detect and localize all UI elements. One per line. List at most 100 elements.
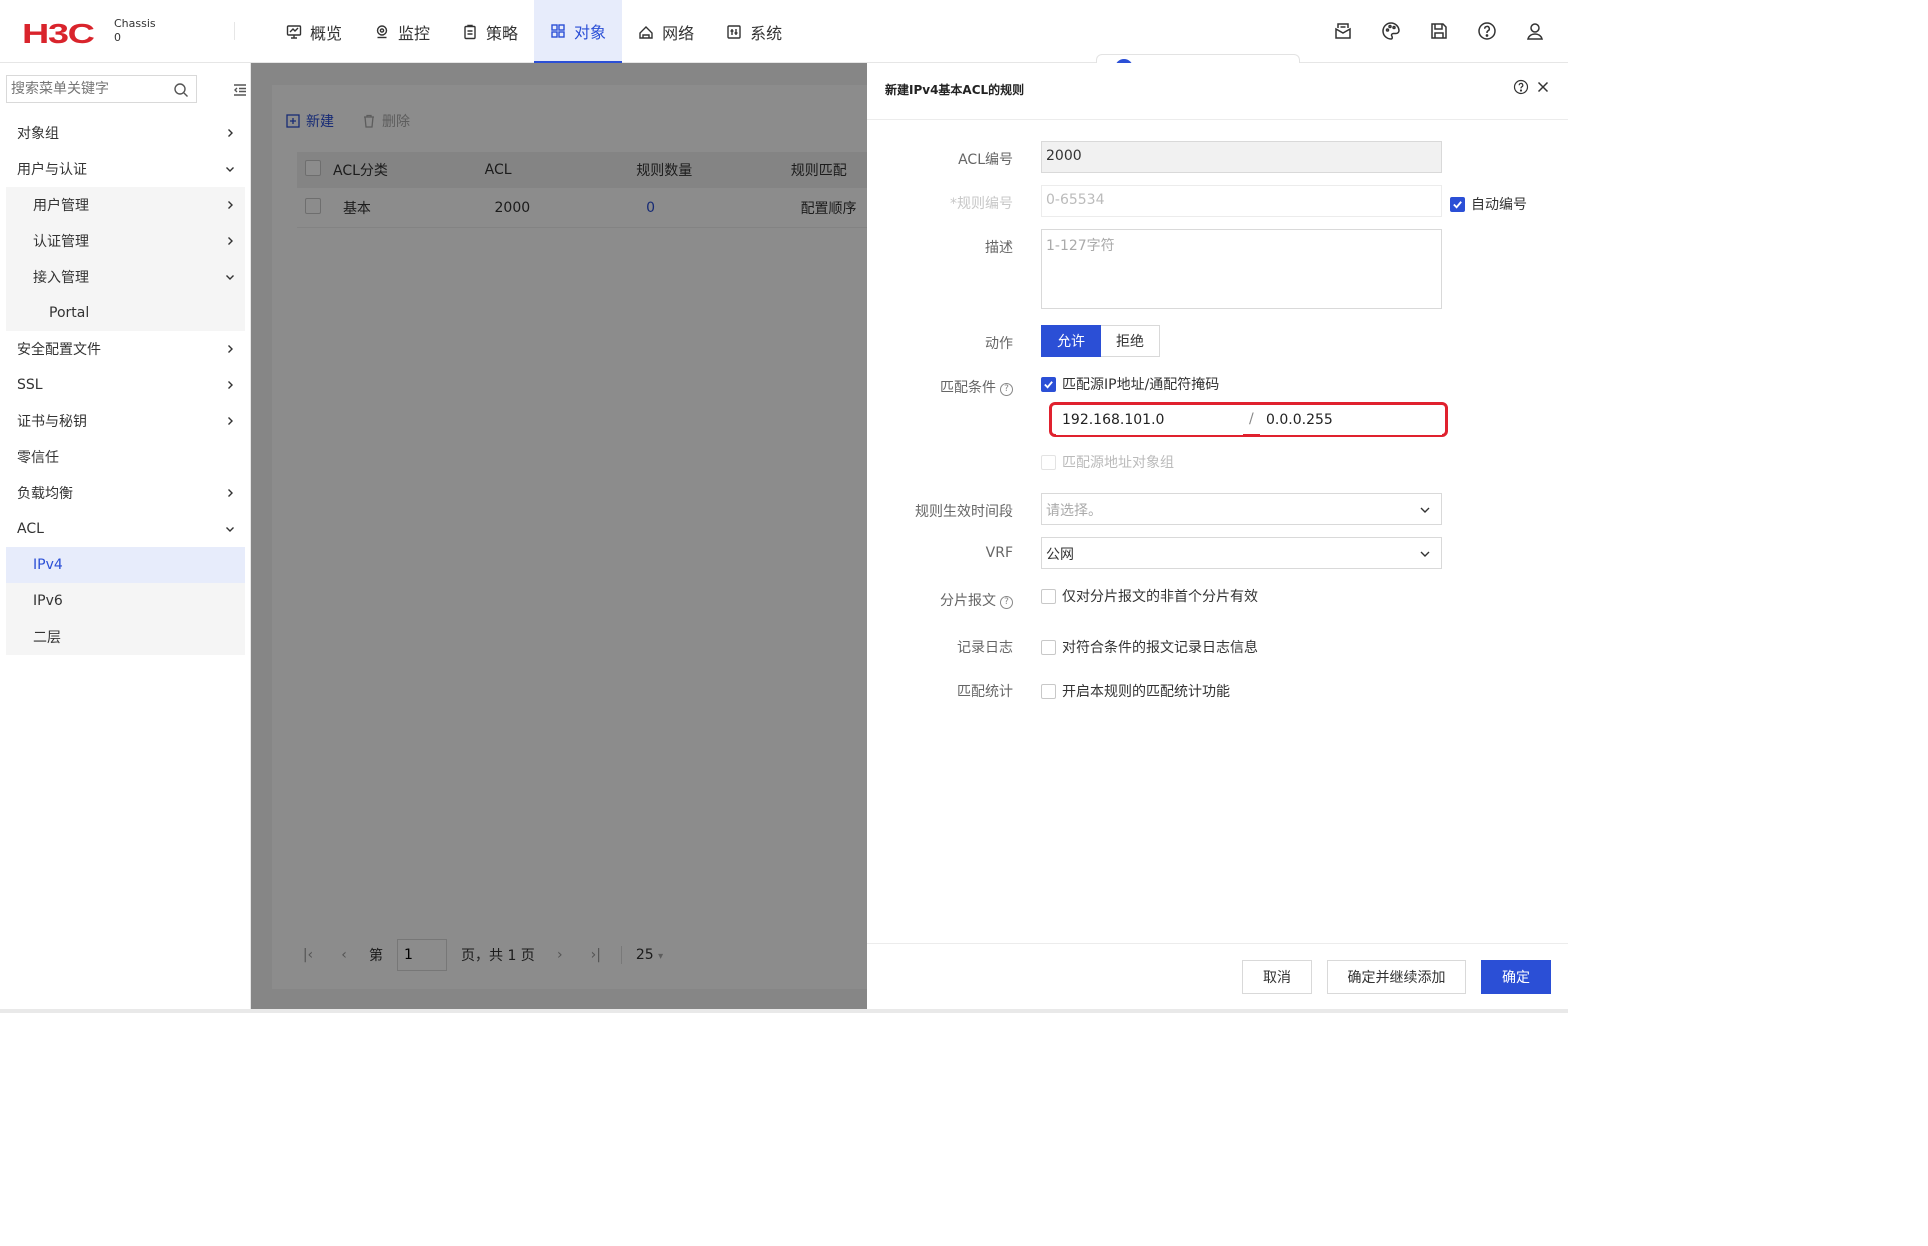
description-label: 描述	[985, 240, 1013, 256]
sidebar-item-layer2[interactable]: 二层	[6, 619, 245, 655]
question-icon[interactable]: ?	[1000, 382, 1013, 396]
checkbox-unchecked-icon	[1041, 588, 1056, 604]
footer-divider	[867, 943, 1568, 944]
top-icon-bar	[1332, 20, 1546, 42]
sidebar-item-ipv6[interactable]: IPv6	[6, 583, 245, 619]
confirm-button[interactable]: 确定	[1481, 960, 1551, 994]
help-icon[interactable]	[1476, 20, 1498, 42]
time-range-select[interactable]: 请选择。	[1041, 493, 1442, 525]
menu-search-input[interactable]	[6, 75, 197, 103]
search-icon[interactable]	[173, 82, 189, 98]
wildcard-mask-input[interactable]: 0.0.0.255	[1260, 409, 1442, 435]
time-range-label: 规则生效时间段	[915, 504, 1013, 520]
sidebar-item-load-balance[interactable]: 负载均衡	[6, 475, 245, 511]
source-ip-input[interactable]: 192.168.101.0	[1056, 409, 1243, 435]
modal-overlay[interactable]	[251, 63, 868, 1009]
action-segmented: 允许 拒绝	[1041, 325, 1160, 357]
sidebar-item-label: 零信任	[17, 450, 59, 466]
drawer-title: 新建IPv4基本ACL的规则	[885, 83, 1025, 97]
confirm-continue-button[interactable]: 确定并继续添加	[1327, 960, 1466, 994]
match-src-ip-checkbox[interactable]: 匹配源IP地址/通配符掩码	[1041, 374, 1219, 394]
stats-label: 匹配统计	[957, 684, 1013, 700]
chevron-down-icon	[226, 167, 234, 172]
sidebar-item-ipv4[interactable]: IPv4	[6, 547, 245, 583]
nav-object[interactable]: 对象	[534, 0, 623, 63]
acl-number-field: 2000	[1041, 141, 1442, 173]
user-auth-submenu: 用户管理 认证管理 接入管理 Portal	[6, 187, 245, 331]
time-range-placeholder: 请选择。	[1046, 503, 1102, 519]
chevron-right-icon	[228, 129, 233, 137]
nav-overview-label: 概览	[310, 23, 343, 43]
sidebar-item-label: ACL	[17, 521, 44, 537]
sidebar-item-object-group[interactable]: 对象组	[6, 115, 245, 151]
match-condition-label: 匹配条件?	[873, 377, 1013, 397]
checkbox-unchecked-icon	[1041, 639, 1056, 655]
sidebar-item-user-auth[interactable]: 用户与认证	[6, 151, 245, 187]
auto-number-checkbox[interactable]: 自动编号	[1450, 194, 1527, 214]
h3c-logo: H3C	[22, 18, 95, 49]
sidebar-item-acl[interactable]: ACL	[6, 511, 245, 547]
sidebar: 对象组 用户与认证 用户管理 认证管理 接入管理 Portal 安全配置文件 S…	[0, 63, 251, 1013]
action-permit-button[interactable]: 允许	[1041, 325, 1101, 357]
vrf-label: VRF	[985, 545, 1013, 561]
ip-highlight-box: 192.168.101.0 / 0.0.0.255	[1049, 402, 1448, 437]
mail-icon[interactable]	[1332, 20, 1354, 42]
nav-system[interactable]: 系统	[710, 0, 798, 63]
acl-number-label: ACL编号	[958, 152, 1013, 168]
sidebar-item-security-profile[interactable]: 安全配置文件	[6, 331, 245, 367]
rule-number-field[interactable]: 0-65534	[1041, 185, 1442, 217]
chevron-down-icon	[226, 527, 234, 532]
question-icon[interactable]: ?	[1000, 595, 1013, 609]
vrf-select[interactable]: 公网	[1041, 537, 1442, 569]
top-bar: H3C Chassis 0 概览 监控 策略 对象 网络 系统	[0, 0, 1568, 63]
nav-monitor[interactable]: 监控	[358, 0, 446, 63]
nav-monitor-label: 监控	[398, 23, 431, 43]
sidebar-item-ssl[interactable]: SSL	[6, 367, 245, 403]
chevron-right-icon	[228, 381, 233, 389]
sidebar-item-auth-mgmt[interactable]: 认证管理	[6, 223, 245, 259]
nav-policy[interactable]: 策略	[446, 0, 534, 63]
vrf-value: 公网	[1046, 547, 1074, 563]
match-src-object-checkbox[interactable]: 匹配源地址对象组	[1041, 452, 1174, 472]
fragment-option-label: 仅对分片报文的非首个分片有效	[1062, 589, 1258, 605]
save-icon[interactable]	[1428, 20, 1450, 42]
log-checkbox[interactable]: 对符合条件的报文记录日志信息	[1041, 637, 1258, 657]
monitor-icon	[286, 24, 302, 40]
checkbox-unchecked-icon	[1041, 683, 1056, 699]
help-icon[interactable]	[1513, 79, 1529, 95]
grid-icon	[550, 23, 566, 39]
match-src-ip-label: 匹配源IP地址/通配符掩码	[1062, 377, 1220, 393]
sidebar-item-label: 负载均衡	[17, 486, 73, 502]
sidebar-item-label: 认证管理	[33, 234, 89, 250]
chevron-down-icon	[1420, 551, 1430, 557]
location-pin-icon	[374, 24, 390, 40]
sidebar-item-access-mgmt[interactable]: 接入管理	[6, 259, 245, 295]
sidebar-item-portal[interactable]: Portal	[6, 295, 245, 331]
nav-overview[interactable]: 概览	[270, 0, 358, 63]
match-src-object-label: 匹配源地址对象组	[1062, 455, 1174, 471]
nav-network[interactable]: 网络	[622, 0, 710, 63]
log-option-label: 对符合条件的报文记录日志信息	[1062, 640, 1258, 656]
stats-checkbox[interactable]: 开启本规则的匹配统计功能	[1041, 681, 1230, 701]
cancel-button[interactable]: 取消	[1242, 960, 1312, 994]
sidebar-item-label: 用户与认证	[17, 162, 87, 178]
fragment-checkbox[interactable]: 仅对分片报文的非首个分片有效	[1041, 586, 1258, 606]
action-deny-button[interactable]: 拒绝	[1101, 325, 1160, 357]
description-textarea[interactable]: 1-127字符	[1041, 229, 1442, 309]
checkbox-checked-icon	[1450, 196, 1465, 212]
chassis-title: Chassis	[114, 17, 156, 30]
user-icon[interactable]	[1524, 20, 1546, 42]
chevron-down-icon	[1420, 507, 1430, 513]
close-icon[interactable]	[1535, 79, 1551, 95]
palette-icon[interactable]	[1380, 20, 1402, 42]
sidebar-item-label: IPv6	[33, 593, 63, 609]
stats-option-label: 开启本规则的匹配统计功能	[1062, 684, 1230, 700]
sidebar-item-label: 接入管理	[33, 270, 89, 286]
sidebar-item-label: IPv4	[33, 557, 63, 573]
sidebar-item-cert-key[interactable]: 证书与秘钥	[6, 403, 245, 439]
sidebar-item-user-mgmt[interactable]: 用户管理	[6, 187, 245, 223]
checkbox-unchecked-icon	[1041, 454, 1056, 470]
collapse-menu-icon[interactable]	[232, 82, 248, 98]
sidebar-item-zero-trust[interactable]: 零信任	[6, 439, 245, 475]
chevron-right-icon	[228, 489, 233, 497]
